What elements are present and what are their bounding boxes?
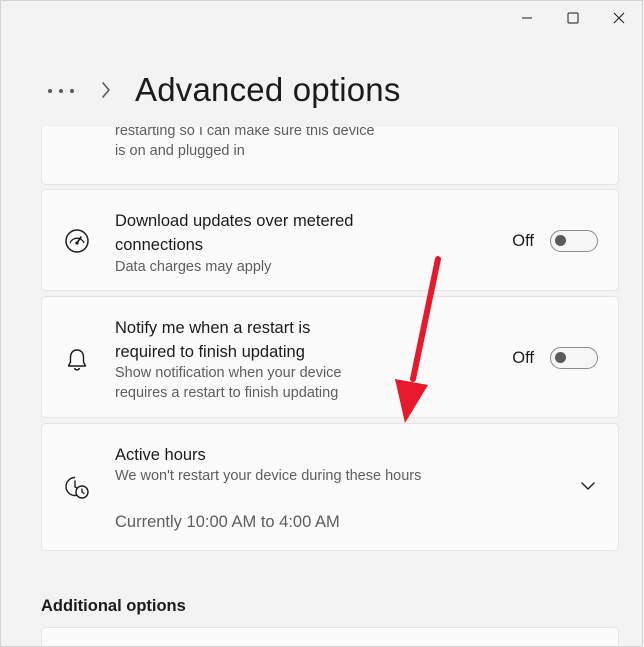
clock-history-icon — [65, 476, 89, 499]
bell-icon — [67, 349, 87, 371]
setting-title-line2: connections — [115, 236, 204, 254]
settings-content: restarting so I can make sure this devic… — [1, 127, 642, 646]
setting-title: Active hours — [115, 446, 206, 464]
setting-subtitle: Data charges may apply — [115, 259, 272, 275]
setting-subtitle: Show notification when your device — [115, 365, 342, 381]
setting-card-metered: Download updates over metered connection… — [41, 189, 619, 291]
setting-title-line2: required to finish updating — [115, 343, 305, 361]
maximize-button[interactable] — [550, 1, 596, 35]
settings-window: Advanced options restarting so I can mak… — [0, 0, 643, 647]
page-header: Advanced options — [1, 71, 642, 115]
close-icon — [613, 12, 625, 24]
setting-subtitle-line2: requires a restart to finish updating — [115, 385, 339, 401]
minimize-button[interactable] — [504, 1, 550, 35]
toggle-state-label: Off — [512, 231, 534, 250]
metered-toggle[interactable] — [550, 230, 598, 252]
toggle-state-label: Off — [512, 348, 534, 367]
setting-title: Download updates over metered — [115, 212, 354, 230]
close-button[interactable] — [596, 1, 642, 35]
notify-toggle[interactable] — [550, 347, 598, 369]
metered-toggle-group: Off — [512, 230, 598, 252]
chevron-right-icon — [102, 82, 110, 98]
more-icon — [48, 89, 74, 93]
setting-card-additional[interactable] — [41, 627, 619, 646]
active-hours-current: Currently 10:00 AM to 4:00 AM — [115, 513, 340, 531]
toggle-knob — [555, 352, 566, 363]
setting-card-active-hours[interactable]: Active hours We won't restart your devic… — [41, 423, 619, 551]
notify-toggle-group: Off — [512, 347, 598, 369]
caption-buttons — [504, 1, 642, 35]
breadcrumb-more-button[interactable] — [41, 79, 81, 103]
setting-description: restarting so I can make sure this devic… — [115, 127, 375, 159]
chevron-down-icon[interactable] — [580, 481, 596, 491]
gauge-icon — [65, 229, 89, 253]
setting-card-partial: restarting so I can make sure this devic… — [41, 127, 619, 185]
toggle-knob — [555, 235, 566, 246]
page-title: Advanced options — [135, 71, 401, 108]
maximize-icon — [567, 12, 579, 24]
setting-title: Notify me when a restart is — [115, 319, 311, 337]
section-title-additional-options: Additional options — [41, 597, 186, 615]
setting-subtitle: We won't restart your device during thes… — [115, 468, 422, 484]
setting-card-notify: Notify me when a restart is required to … — [41, 296, 619, 418]
minimize-icon — [522, 17, 532, 19]
